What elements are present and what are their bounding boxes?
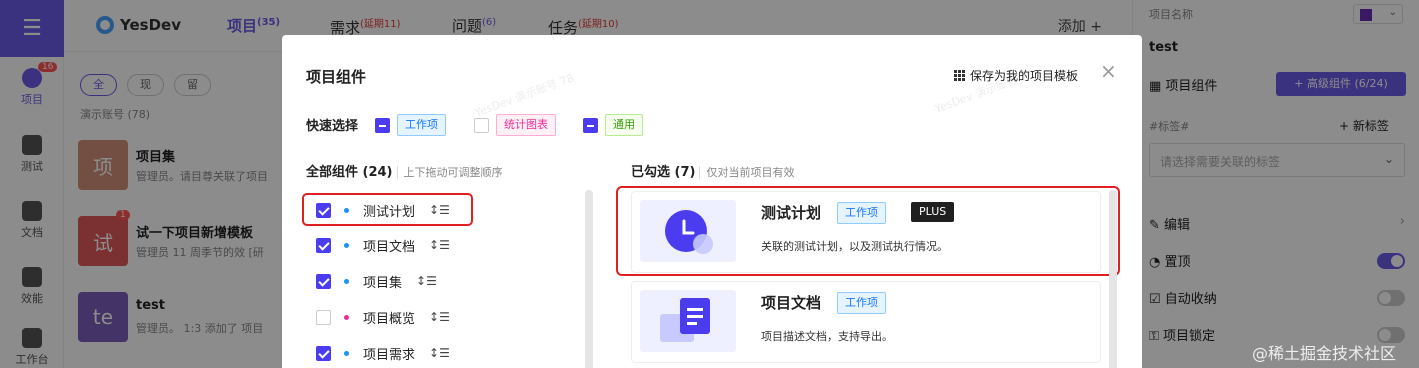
component-item-project-requirements[interactable]: 项目需求 ↕☰ xyxy=(316,342,450,364)
component-label: 项目概览 xyxy=(363,311,416,327)
card-desc: 项目描述文档，支持导出。 xyxy=(761,330,893,343)
quick-select-workitem[interactable]: 工作项 xyxy=(375,114,446,136)
component-item-project-docs[interactable]: 项目文档 ↕☰ xyxy=(316,234,450,256)
tag-workitem: 工作项 xyxy=(397,114,446,136)
all-components-title: 全部组件 (24) xyxy=(306,165,393,180)
quick-select-label: 快速选择 xyxy=(306,119,359,134)
scrollbar-right[interactable] xyxy=(1109,190,1117,368)
checkbox-unchecked[interactable] xyxy=(474,117,489,133)
selected-title: 已勾选 (7) xyxy=(631,165,696,180)
save-template-button[interactable]: 保存为我的项目模板 xyxy=(954,67,1078,84)
drag-handle-icon[interactable]: ↕☰ xyxy=(429,238,450,252)
scrollbar-left[interactable] xyxy=(585,190,593,368)
document-icon xyxy=(660,298,710,342)
drag-handle-icon[interactable]: ↕☰ xyxy=(429,346,450,360)
drag-handle-icon[interactable]: ↕☰ xyxy=(416,274,437,288)
component-item-project-overview[interactable]: 项目概览 ↕☰ xyxy=(316,306,450,328)
component-label: 项目需求 xyxy=(363,347,416,363)
card-title: 项目文档 xyxy=(761,294,822,312)
bullet-dot xyxy=(344,314,349,320)
project-docs-thumbnail xyxy=(640,290,736,352)
checkbox-partial[interactable] xyxy=(375,117,390,133)
quick-select-general[interactable]: 通用 xyxy=(583,114,643,136)
drag-hint: 上下拖动可调整顺序 xyxy=(396,166,503,179)
component-item-project-set[interactable]: 项目集 ↕☰ xyxy=(316,270,437,292)
selected-header: 已勾选 (7) 仅对当前项目有效 xyxy=(631,161,795,180)
checkbox-checked[interactable] xyxy=(316,237,331,253)
checkbox-checked[interactable] xyxy=(316,345,331,361)
bullet-dot xyxy=(344,350,349,356)
checkbox-partial[interactable] xyxy=(583,117,598,133)
grid-icon xyxy=(954,70,965,81)
checkbox-checked[interactable] xyxy=(316,273,331,289)
components-modal: YesDev 演示账号 78 YesDev 演示账号 78 YesDev 演示账… xyxy=(282,35,1142,368)
save-template-label: 保存为我的项目模板 xyxy=(970,69,1079,83)
selected-hint: 仅对当前项目有效 xyxy=(699,166,795,179)
watermark: YesDev 演示账号 78 xyxy=(473,71,576,120)
card-tag: 工作项 xyxy=(837,292,886,314)
bullet-dot xyxy=(344,278,349,284)
drag-handle-icon[interactable]: ↕☰ xyxy=(429,310,450,324)
all-components-header: 全部组件 (24) 上下拖动可调整顺序 xyxy=(306,161,503,180)
component-label: 项目集 xyxy=(363,275,403,291)
footer-watermark: @稀土掘金技术社区 xyxy=(1252,344,1397,363)
modal-title: 项目组件 xyxy=(306,68,367,86)
quick-select-charts[interactable]: 统计图表 xyxy=(474,114,556,136)
highlight-box-right xyxy=(616,186,1120,276)
bullet-dot xyxy=(344,242,349,248)
selected-card-project-docs[interactable]: 项目文档 工作项 项目描述文档，支持导出。 xyxy=(631,281,1101,363)
highlight-box-left xyxy=(302,193,473,226)
checkbox-unchecked[interactable] xyxy=(316,309,331,325)
tag-general: 通用 xyxy=(605,114,643,136)
tag-charts: 统计图表 xyxy=(496,114,556,136)
close-icon[interactable]: × xyxy=(1100,59,1117,83)
component-label: 项目文档 xyxy=(363,239,416,255)
